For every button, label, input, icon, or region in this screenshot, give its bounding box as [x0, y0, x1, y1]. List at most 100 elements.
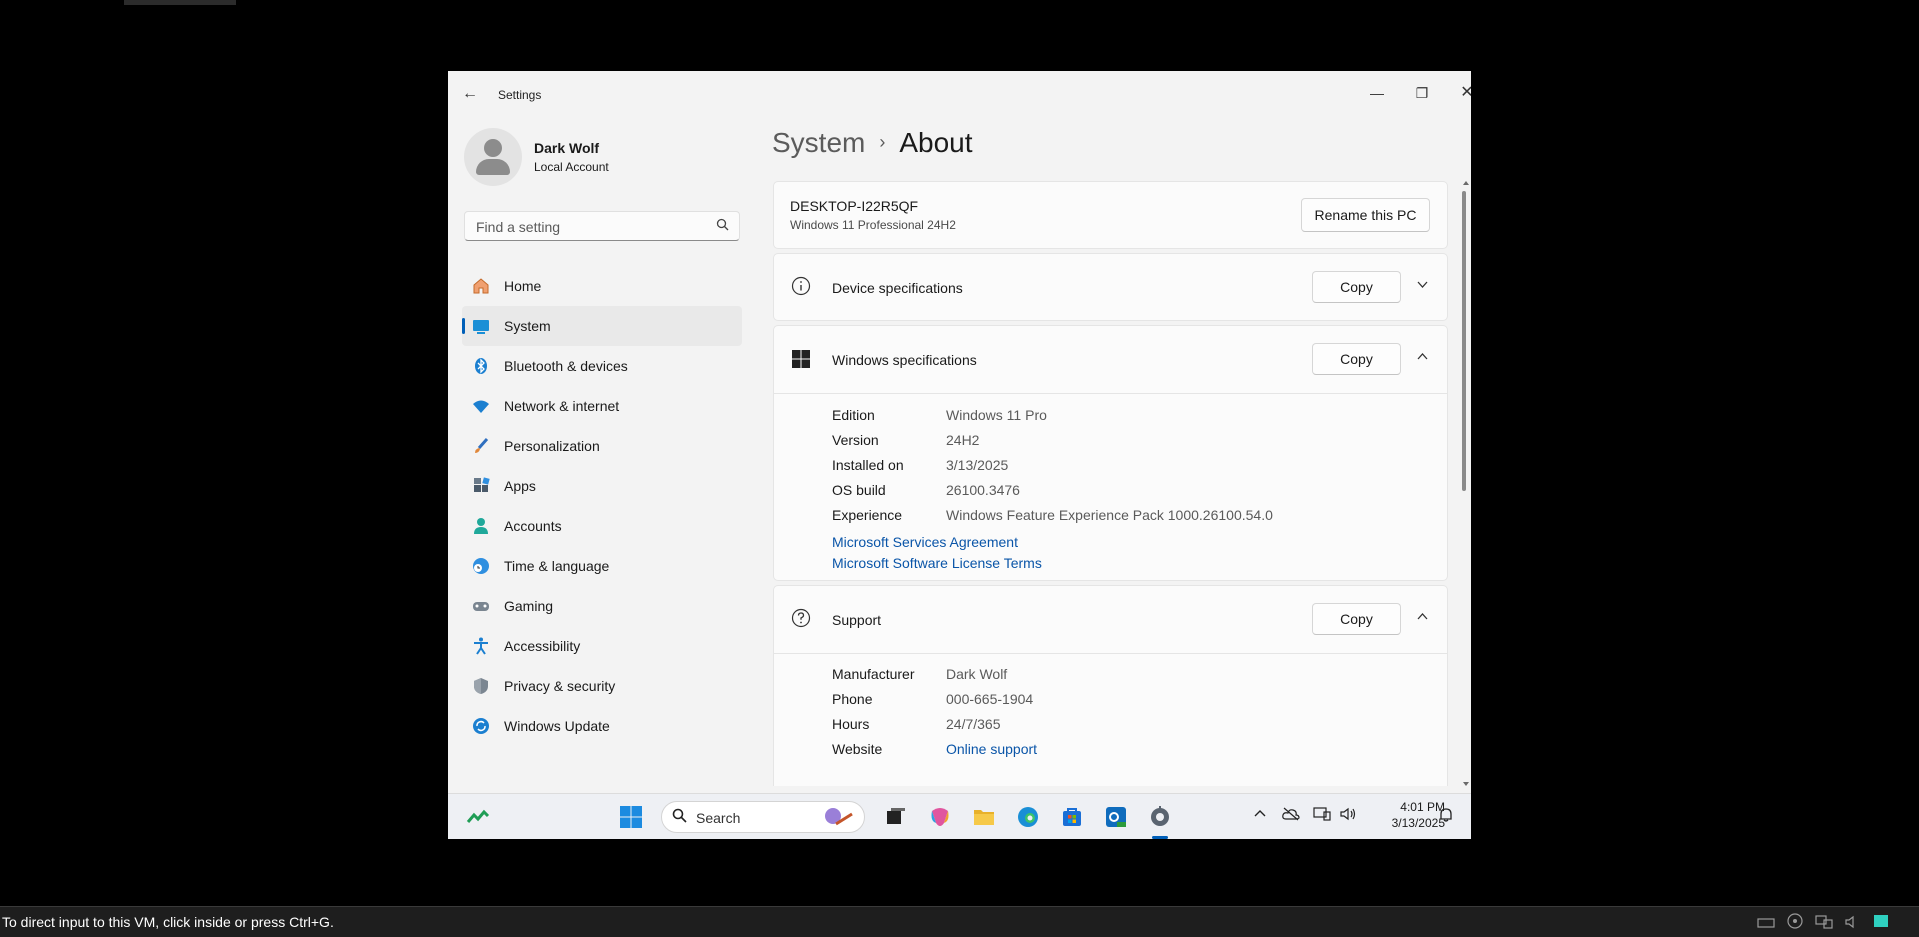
cd-icon[interactable] [1787, 913, 1803, 932]
sidebar-item-label: Personalization [504, 438, 600, 454]
task-view-icon[interactable] [884, 805, 908, 829]
chevron-up-icon[interactable] [1253, 807, 1267, 824]
drive-icon[interactable] [1757, 916, 1776, 932]
windows-logo-icon [790, 349, 812, 371]
sidebar-item-personalization[interactable]: Personalization [462, 426, 742, 466]
chevron-up-icon[interactable] [1416, 610, 1429, 626]
breadcrumb-parent[interactable]: System [772, 127, 865, 158]
services-agreement-link[interactable]: Microsoft Services Agreement [832, 534, 1018, 550]
shield-icon [470, 676, 492, 696]
copilot-icon[interactable] [928, 805, 952, 829]
search-input[interactable] [474, 218, 708, 236]
sidebar-item-label: Accessibility [504, 638, 581, 654]
taskbar: Search 4:01 PM 3/13/2025 [448, 793, 1471, 839]
vm-status-message: To direct input to this VM, click inside… [2, 914, 334, 930]
close-button[interactable]: ✕ [1446, 79, 1471, 107]
sidebar-item-label: Time & language [504, 558, 610, 574]
accessibility-icon [470, 636, 492, 656]
support-card: Support Copy Manufacturer Dark Wolf Phone… [773, 585, 1448, 786]
store-icon[interactable] [1060, 805, 1084, 829]
sidebar-item-label: Bluetooth & devices [504, 358, 628, 374]
taskbar-clock[interactable]: 4:01 PM 3/13/2025 [1392, 799, 1445, 831]
system-icon [470, 316, 492, 336]
network-adapter-icon[interactable] [1815, 915, 1833, 932]
notification-bell-icon[interactable] [1438, 807, 1454, 826]
divider [774, 393, 1447, 394]
clock-time: 4:01 PM [1400, 800, 1445, 814]
settings-search-box[interactable] [464, 211, 740, 241]
divider [774, 653, 1447, 654]
restore-button[interactable]: ❐ [1401, 79, 1443, 107]
file-explorer-icon[interactable] [972, 805, 996, 829]
active-app-indicator [1152, 836, 1168, 839]
widgets-icon[interactable] [466, 805, 490, 829]
app-title: Settings [498, 88, 542, 102]
sidebar-item-windows-update[interactable]: Windows Update [462, 706, 742, 746]
support-row: Website Online support [832, 741, 1038, 757]
vm-status-icons [1749, 913, 1889, 932]
help-icon [790, 608, 812, 630]
windows-specs-card: Windows specifications Copy Edition Windo… [773, 325, 1448, 581]
search-icon[interactable] [716, 218, 729, 234]
chevron-up-icon[interactable] [1416, 350, 1429, 366]
section-title: Support [832, 612, 882, 628]
taskbar-search[interactable]: Search [661, 801, 865, 833]
sidebar-item-home[interactable]: Home [462, 266, 742, 306]
outlook-icon[interactable] [1104, 805, 1128, 829]
minimize-button[interactable]: — [1356, 79, 1398, 107]
start-icon[interactable] [619, 805, 643, 829]
sidebar-item-bluetooth[interactable]: Bluetooth & devices [462, 346, 742, 386]
sidebar-nav: Home System Bluetooth & devices Network … [462, 266, 742, 746]
sidebar-item-privacy[interactable]: Privacy & security [462, 666, 742, 706]
sidebar-item-accessibility[interactable]: Accessibility [462, 626, 742, 666]
rename-pc-button[interactable]: Rename this PC [1301, 198, 1430, 232]
sidebar-item-label: Apps [504, 478, 536, 494]
device-specs-card[interactable]: Device specifications Copy [773, 253, 1448, 321]
copy-support-button[interactable]: Copy [1312, 603, 1401, 635]
chevron-down-icon[interactable] [1416, 278, 1429, 294]
vm-status-bar: To direct input to this VM, click inside… [0, 906, 1919, 937]
chevron-right-icon: › [879, 132, 886, 152]
spec-row: Version 24H2 [832, 432, 980, 448]
support-row: Manufacturer Dark Wolf [832, 666, 1008, 682]
scrollbar-thumb[interactable] [1462, 191, 1466, 491]
sidebar-item-label: Home [504, 278, 542, 294]
sidebar-item-system[interactable]: System [462, 306, 742, 346]
settings-gear-icon[interactable] [1148, 805, 1172, 829]
network-icon[interactable] [1313, 807, 1331, 824]
sidebar-item-network[interactable]: Network & internet [462, 386, 742, 426]
brush-icon [470, 436, 492, 456]
volume-icon[interactable] [1340, 807, 1358, 824]
sidebar-item-time-language[interactable]: Time & language [462, 546, 742, 586]
gamepad-icon [470, 596, 492, 616]
back-arrow-icon[interactable]: ← [462, 85, 478, 103]
update-icon [470, 716, 492, 736]
license-terms-link[interactable]: Microsoft Software License Terms [832, 555, 1042, 571]
avatar [464, 128, 522, 186]
section-title: Device specifications [832, 280, 963, 296]
sidebar-item-label: Privacy & security [504, 678, 616, 694]
copy-windows-specs-button[interactable]: Copy [1312, 343, 1401, 375]
onedrive-offline-icon[interactable] [1282, 807, 1300, 824]
copy-device-specs-button[interactable]: Copy [1312, 271, 1401, 303]
sidebar-item-label: Windows Update [504, 718, 610, 734]
message-icon[interactable] [1873, 915, 1889, 932]
section-title: Windows specifications [832, 352, 977, 368]
spec-row: Edition Windows 11 Pro [832, 407, 1047, 423]
online-support-link[interactable]: Online support [946, 741, 1037, 757]
sidebar-item-gaming[interactable]: Gaming [462, 586, 742, 626]
sidebar-item-apps[interactable]: Apps [462, 466, 742, 506]
sidebar-item-accounts[interactable]: Accounts [462, 506, 742, 546]
home-icon [470, 276, 492, 296]
person-icon [470, 516, 492, 536]
support-row: Phone 000-665-1904 [832, 691, 1034, 707]
account-type: Local Account [534, 160, 609, 174]
spec-row: Installed on 3/13/2025 [832, 457, 1009, 473]
clock-date: 3/13/2025 [1391, 816, 1445, 830]
breadcrumb: System › About [772, 127, 973, 159]
taskbar-search-label: Search [696, 810, 741, 826]
sound-icon[interactable] [1845, 915, 1861, 932]
vm-screen[interactable]: ← Settings — ❐ ✕ Dark Wolf Local Account… [448, 71, 1471, 839]
edge-icon[interactable] [1016, 805, 1040, 829]
title-bar: ← Settings — ❐ ✕ [448, 71, 1471, 119]
